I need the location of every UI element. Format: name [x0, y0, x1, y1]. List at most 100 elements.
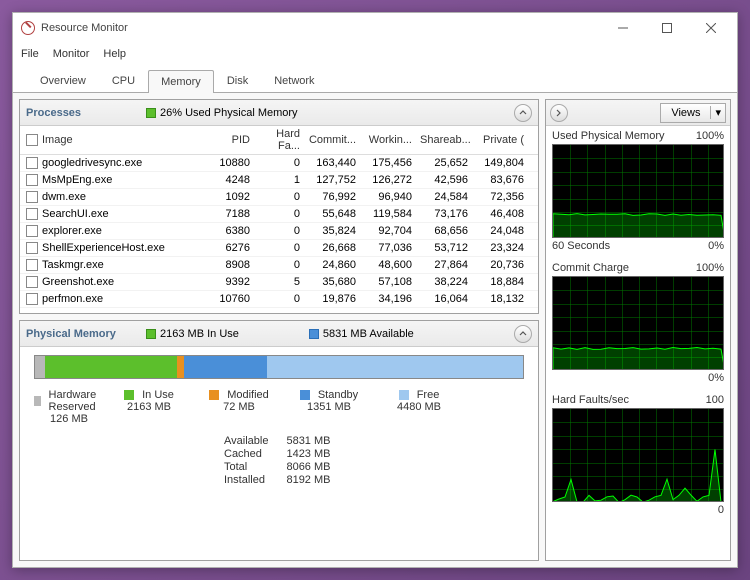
tab-network[interactable]: Network	[261, 69, 327, 92]
cell-working: 96,940	[364, 191, 420, 203]
table-row[interactable]: dwm.exe 1092 0 76,992 96,940 24,584 72,3…	[20, 189, 538, 206]
cell-pid: 6276	[208, 242, 258, 254]
cell-working: 175,456	[364, 157, 420, 169]
cell-hardfaults: 0	[258, 208, 308, 220]
tab-disk[interactable]: Disk	[214, 69, 261, 92]
col-private[interactable]: Private (	[476, 134, 532, 146]
available-icon	[309, 329, 319, 339]
cell-commit: 163,440	[308, 157, 364, 169]
stat-label: Total	[224, 461, 268, 473]
legend-item: Hardware Reserved126 MB	[34, 389, 104, 425]
col-commit[interactable]: Commit...	[308, 134, 364, 146]
tab-memory[interactable]: Memory	[148, 70, 214, 93]
menu-help[interactable]: Help	[103, 48, 126, 60]
cell-hardfaults: 0	[258, 259, 308, 271]
cell-pid: 1092	[208, 191, 258, 203]
cell-pid: 9392	[208, 276, 258, 288]
memory-segment	[267, 356, 523, 378]
cell-hardfaults: 0	[258, 242, 308, 254]
chart-footer-left: 60 Seconds	[552, 240, 610, 252]
tab-cpu[interactable]: CPU	[99, 69, 148, 92]
table-row[interactable]: explorer.exe 6380 0 35,824 92,704 68,656…	[20, 223, 538, 240]
stat-label: Available	[224, 435, 268, 447]
cell-private: 46,408	[476, 208, 532, 220]
col-hardfaults[interactable]: Hard Fa...	[258, 128, 308, 152]
col-pid[interactable]: PID	[208, 134, 258, 146]
legend-swatch	[399, 390, 409, 400]
in-use-label: 2163 MB In Use	[160, 328, 239, 340]
row-checkbox[interactable]	[26, 208, 38, 220]
chart-max: 100%	[696, 262, 724, 274]
menu-monitor[interactable]: Monitor	[53, 48, 90, 60]
legend-item: Modified72 MB	[194, 389, 284, 425]
titlebar[interactable]: Resource Monitor	[13, 13, 737, 43]
col-image[interactable]: Image	[42, 134, 208, 146]
legend-item: In Use2163 MB	[104, 389, 194, 425]
legend-name: In Use	[142, 389, 174, 401]
cell-image: ShellExperienceHost.exe	[42, 242, 208, 254]
views-button[interactable]: Views ▾	[660, 103, 726, 123]
table-row[interactable]: Taskmgr.exe 8908 0 24,860 48,600 27,864 …	[20, 257, 538, 274]
resource-monitor-window: Resource Monitor File Monitor Help Overv…	[12, 12, 738, 568]
row-checkbox[interactable]	[26, 157, 38, 169]
cell-private: 72,356	[476, 191, 532, 203]
cell-commit: 19,876	[308, 293, 364, 305]
table-row[interactable]: MsMpEng.exe 4248 1 127,752 126,272 42,59…	[20, 172, 538, 189]
row-checkbox[interactable]	[26, 191, 38, 203]
tab-overview[interactable]: Overview	[27, 69, 99, 92]
legend-swatch	[300, 390, 310, 400]
charts-header: Views ▾	[546, 100, 730, 126]
physical-memory-title: Physical Memory	[26, 328, 146, 340]
processes-panel: Processes 26% Used Physical Memory Image…	[19, 99, 539, 314]
row-checkbox[interactable]	[26, 293, 38, 305]
table-row[interactable]: Greenshot.exe 9392 5 35,680 57,108 38,22…	[20, 274, 538, 291]
cell-private: 23,324	[476, 242, 532, 254]
cell-commit: 24,860	[308, 259, 364, 271]
row-checkbox[interactable]	[26, 276, 38, 288]
cell-commit: 26,668	[308, 242, 364, 254]
table-row[interactable]: perfmon.exe 10760 0 19,876 34,196 16,064…	[20, 291, 538, 308]
memory-segment	[35, 356, 45, 378]
cell-image: googledrivesync.exe	[42, 157, 208, 169]
row-checkbox[interactable]	[26, 174, 38, 186]
table-row[interactable]: googledrivesync.exe 10880 0 163,440 175,…	[20, 155, 538, 172]
row-checkbox[interactable]	[26, 225, 38, 237]
perf-chart	[552, 144, 724, 238]
minimize-button[interactable]	[601, 14, 645, 42]
processes-header[interactable]: Processes 26% Used Physical Memory	[20, 100, 538, 126]
chart-title: Hard Faults/sec	[552, 394, 629, 406]
close-button[interactable]	[689, 14, 733, 42]
expand-left-icon[interactable]	[550, 104, 568, 122]
cell-commit: 35,680	[308, 276, 364, 288]
cell-pid: 10760	[208, 293, 258, 305]
memory-stats: AvailableCachedTotalInstalled 5831 MB142…	[224, 435, 524, 486]
cell-image: perfmon.exe	[42, 293, 208, 305]
physical-memory-header[interactable]: Physical Memory 2163 MB In Use 5831 MB A…	[20, 321, 538, 347]
col-working[interactable]: Workin...	[364, 134, 420, 146]
cell-commit: 127,752	[308, 174, 364, 186]
memory-segment	[177, 356, 184, 378]
collapse-icon[interactable]	[514, 104, 532, 122]
legend-swatch	[34, 396, 41, 406]
process-list[interactable]: googledrivesync.exe 10880 0 163,440 175,…	[20, 155, 538, 313]
table-row[interactable]: ShellExperienceHost.exe 6276 0 26,668 77…	[20, 240, 538, 257]
cell-commit: 35,824	[308, 225, 364, 237]
col-shareable[interactable]: Shareab...	[420, 134, 476, 146]
charts-column: Views ▾ Used Physical Memory100% 60 Seco…	[545, 99, 731, 561]
menu-file[interactable]: File	[21, 48, 39, 60]
row-checkbox[interactable]	[26, 259, 38, 271]
cell-working: 119,584	[364, 208, 420, 220]
dropdown-icon[interactable]: ▾	[710, 106, 725, 119]
collapse-icon[interactable]	[514, 325, 532, 343]
chart-block: Hard Faults/sec100 0	[546, 390, 730, 522]
cell-private: 18,132	[476, 293, 532, 305]
cell-shareable: 53,712	[420, 242, 476, 254]
cell-private: 18,884	[476, 276, 532, 288]
cell-shareable: 42,596	[420, 174, 476, 186]
row-checkbox[interactable]	[26, 242, 38, 254]
cell-working: 34,196	[364, 293, 420, 305]
maximize-button[interactable]	[645, 14, 689, 42]
select-all-checkbox[interactable]	[26, 134, 38, 146]
process-columns: Image PID Hard Fa... Commit... Workin...…	[20, 126, 538, 155]
table-row[interactable]: SearchUI.exe 7188 0 55,648 119,584 73,17…	[20, 206, 538, 223]
